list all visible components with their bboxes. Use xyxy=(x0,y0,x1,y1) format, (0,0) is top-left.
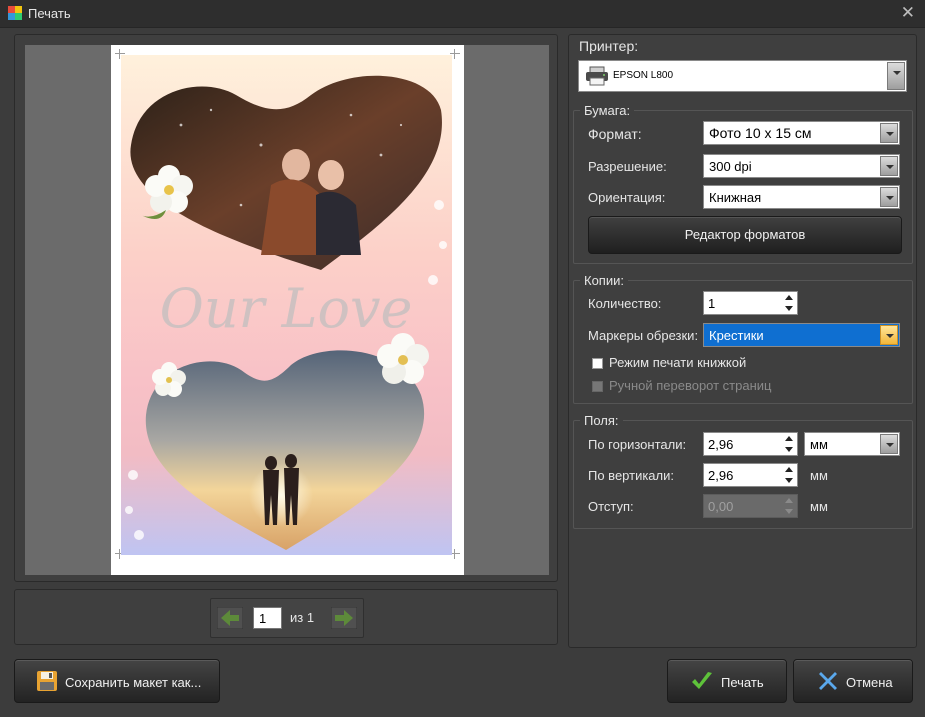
format-value: Фото 10 x 15 см xyxy=(709,125,812,141)
chevron-down-icon[interactable] xyxy=(880,187,898,207)
photo-collage: Our Love xyxy=(125,75,447,550)
page-navigator: 1 из 1 xyxy=(210,598,364,638)
orientation-select[interactable]: Книжная xyxy=(703,185,900,209)
crop-marks-select[interactable]: Крестики xyxy=(703,323,900,347)
checkmark-icon xyxy=(692,672,712,689)
vertical-margin-stepper[interactable]: 2,96 xyxy=(703,463,798,487)
resolution-select[interactable]: 300 dpi xyxy=(703,154,900,178)
booklet-mode-label: Режим печати книжкой xyxy=(609,355,747,370)
crop-marks-value: Крестики xyxy=(709,328,764,343)
cancel-label: Отмена xyxy=(846,675,893,690)
title-bar: Печать ✕ xyxy=(0,0,925,28)
indent-stepper[interactable]: 0,00 xyxy=(703,494,798,518)
spin-arrows-icon[interactable] xyxy=(785,295,793,311)
vertical-margin-value: 2,96 xyxy=(708,468,734,483)
quantity-stepper[interactable]: 1 xyxy=(703,291,798,315)
quantity-label: Количество: xyxy=(588,296,662,311)
page-preview: Our Love xyxy=(111,45,464,575)
chevron-down-icon[interactable] xyxy=(880,325,898,345)
print-image: Our Love xyxy=(121,55,452,555)
horizontal-margin-stepper[interactable]: 2,96 xyxy=(703,432,798,456)
cancel-button[interactable]: Отмена xyxy=(793,659,913,703)
resolution-value: 300 dpi xyxy=(709,159,752,174)
print-label: Печать xyxy=(721,675,764,690)
save-layout-label: Сохранить макет как... xyxy=(65,675,202,690)
page-count-label: из 1 xyxy=(290,610,315,625)
copies-group-title: Копии: xyxy=(580,273,628,288)
unit-select[interactable]: мм xyxy=(804,432,900,456)
chevron-down-icon[interactable] xyxy=(880,123,898,143)
window-title: Печать xyxy=(28,6,71,21)
spin-arrows-icon[interactable] xyxy=(785,467,793,483)
cross-icon xyxy=(819,672,837,690)
margins-group-title: Поля: xyxy=(580,413,623,428)
margins-group: Поля: По горизонтали: 2,96 мм По вертика… xyxy=(573,413,913,529)
printer-name: EPSON L800 xyxy=(613,70,674,81)
preview-canvas: Our Love xyxy=(25,45,549,575)
paper-group-title: Бумага: xyxy=(580,103,635,118)
booklet-mode-checkbox[interactable] xyxy=(592,358,603,369)
orientation-value: Книжная xyxy=(709,190,762,205)
crop-marks-label: Маркеры обрезки: xyxy=(588,328,699,343)
unit-value: мм xyxy=(810,437,828,452)
printer-icon xyxy=(586,66,608,86)
manual-flip-label: Ручной переворот страниц xyxy=(609,378,772,393)
quantity-value: 1 xyxy=(708,296,716,311)
chevron-down-icon[interactable] xyxy=(880,156,898,176)
format-label: Формат: xyxy=(588,126,642,142)
page-number-input[interactable]: 1 xyxy=(253,607,282,629)
chevron-down-icon[interactable] xyxy=(880,434,898,454)
horizontal-margin-value: 2,96 xyxy=(708,437,734,452)
save-layout-button[interactable]: Сохранить макет как... xyxy=(14,659,220,703)
overlay-text: Our Love xyxy=(160,277,413,340)
indent-value: 0,00 xyxy=(708,499,734,514)
horizontal-margin-label: По горизонтали: xyxy=(588,437,687,452)
chevron-down-icon[interactable] xyxy=(887,62,905,90)
spin-arrows-icon[interactable] xyxy=(785,498,793,514)
indent-label: Отступ: xyxy=(588,499,634,514)
printer-select[interactable]: EPSON L800 xyxy=(578,60,907,92)
manual-flip-checkbox[interactable] xyxy=(592,381,603,392)
resolution-label: Разрешение: xyxy=(588,159,667,174)
spin-arrows-icon[interactable] xyxy=(785,436,793,452)
format-editor-button[interactable]: Редактор форматов xyxy=(588,216,902,254)
arrow-left-icon[interactable] xyxy=(217,607,243,629)
close-icon[interactable]: ✕ xyxy=(901,3,915,23)
page-navigation-bar: 1 из 1 xyxy=(14,589,558,645)
print-button[interactable]: Печать xyxy=(667,659,787,703)
indent-unit-label: мм xyxy=(810,499,828,514)
format-select[interactable]: Фото 10 x 15 см xyxy=(703,121,900,145)
settings-panel: Принтер: EPSON L800 Бумага: Формат: Фото… xyxy=(568,34,917,648)
floppy-disk-icon xyxy=(37,671,57,691)
app-icon xyxy=(8,6,22,20)
vertical-margin-label: По вертикали: xyxy=(588,468,674,483)
paper-group: Бумага: Формат: Фото 10 x 15 см Разрешен… xyxy=(573,103,913,264)
orientation-label: Ориентация: xyxy=(588,190,666,205)
copies-group: Копии: Количество: 1 Маркеры обрезки: Кр… xyxy=(573,273,913,404)
vertical-unit-label: мм xyxy=(810,468,828,483)
arrow-right-icon[interactable] xyxy=(331,607,357,629)
preview-panel: Our Love xyxy=(14,34,558,582)
printer-label: Принтер: xyxy=(579,38,639,54)
